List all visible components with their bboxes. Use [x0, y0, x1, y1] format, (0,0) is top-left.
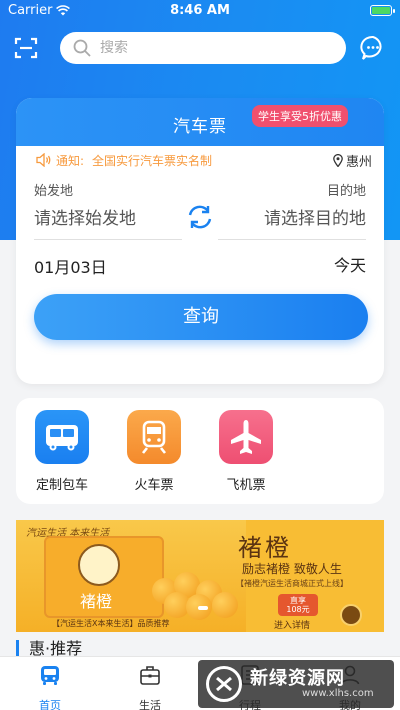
service-train-ticket[interactable]: 火车票	[122, 410, 186, 493]
box-label: 褚橙	[80, 592, 113, 611]
tab-home[interactable]: 首页	[15, 663, 85, 710]
watermark-logo	[206, 666, 242, 702]
watermark-url: www.xlhs.com	[302, 688, 374, 699]
briefcase-icon	[140, 666, 160, 685]
banner-caption: 【汽运生活X本来生活】品质推荐	[52, 619, 170, 628]
city-label: 惠州	[345, 154, 372, 170]
home-bus-icon	[41, 666, 59, 685]
status-time: 8:46 AM	[170, 3, 230, 18]
city-selector[interactable]: 惠州	[333, 151, 372, 170]
day-label: 今天	[333, 256, 366, 275]
speaker-icon	[36, 153, 51, 167]
orange-fruit	[212, 592, 238, 618]
search-input[interactable]	[100, 40, 300, 56]
destination-field[interactable]: 请选择目的地	[218, 204, 366, 240]
status-bar: Carrier 8:46 AM	[0, 0, 400, 22]
query-button[interactable]: 查询	[34, 294, 368, 340]
swap-icon[interactable]	[185, 202, 215, 232]
notice-text: 全国实行汽车票实名制	[92, 153, 213, 168]
plane-icon	[219, 410, 273, 464]
watermark-overlay: 新绿资源网 www.xlhs.com	[198, 660, 394, 708]
location-pin-icon	[333, 153, 343, 167]
banner-subtitle: 【褚橙汽运生活商城正式上线】	[236, 579, 348, 588]
notice-bar[interactable]: 通知: 全国实行汽车票实名制 惠州	[36, 150, 372, 170]
watermark-title: 新绿资源网	[250, 668, 345, 689]
banner-title: 褚橙	[238, 534, 292, 562]
bus-icon	[35, 410, 89, 464]
banner-slogan: 励志褚橙 致敬人生	[242, 562, 342, 576]
search-icon	[73, 39, 91, 57]
service-flight-ticket[interactable]: 飞机票	[214, 410, 278, 493]
message-icon[interactable]	[360, 35, 386, 61]
tab-label: 首页	[39, 699, 61, 710]
service-charter-bus[interactable]: 定制包车	[30, 410, 94, 493]
origin-label: 始发地	[34, 184, 74, 199]
tab-life[interactable]: 生活	[115, 663, 185, 710]
bus-ticket-card: 汽车票 学生享受5折优惠 通知: 全国实行汽车票实名制 惠州 始发地 目的地 请…	[16, 98, 384, 384]
banner-cta[interactable]: 进入详情	[274, 618, 310, 631]
date-selector[interactable]: 01月03日	[34, 254, 107, 278]
service-label: 火车票	[134, 478, 174, 493]
brand-logo	[340, 604, 362, 626]
service-grid: 定制包车 火车票 飞机票	[16, 398, 384, 504]
top-header	[0, 30, 400, 66]
notice-label: 通知:	[56, 153, 85, 168]
origin-field[interactable]: 请选择始发地	[34, 204, 182, 240]
battery-icon	[370, 5, 395, 16]
portrait-badge	[78, 544, 120, 586]
scan-icon[interactable]	[14, 36, 38, 60]
price-value: 108元	[286, 605, 310, 614]
promo-badge[interactable]: 学生享受5折优惠	[252, 105, 348, 127]
price-top: 直享	[290, 596, 306, 605]
search-bar[interactable]	[60, 32, 346, 64]
train-icon	[127, 410, 181, 464]
tab-label: 生活	[139, 699, 161, 710]
carousel-indicator[interactable]	[198, 606, 208, 610]
price-tag: 直享 108元	[278, 594, 318, 616]
service-label: 飞机票	[226, 478, 266, 493]
ticket-header: 汽车票 学生享受5折优惠	[16, 98, 384, 146]
destination-label: 目的地	[326, 184, 366, 199]
service-label: 定制包车	[35, 478, 88, 493]
orange-gift-box: 褚橙	[44, 536, 164, 618]
promo-banner[interactable]: 汽运生活 本来生活 褚橙 褚橙 励志褚橙 致敬人生 【褚橙汽运生活商城正式上线】…	[16, 520, 384, 632]
